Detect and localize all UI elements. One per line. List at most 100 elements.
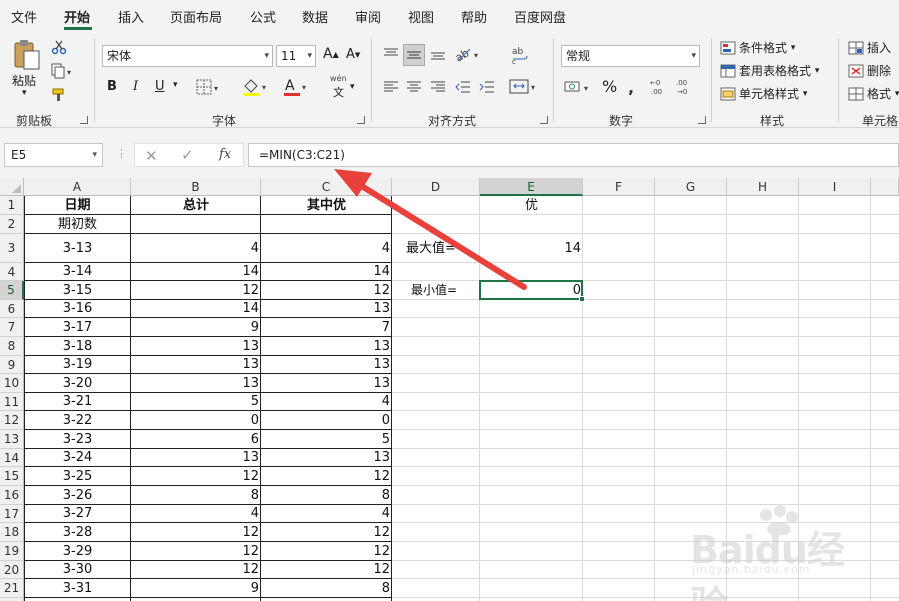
cell-e3[interactable]: 14 xyxy=(480,234,583,263)
cell-e1[interactable]: 优 xyxy=(480,196,583,215)
row-header-2[interactable]: 2 xyxy=(0,215,24,234)
cell-c14[interactable]: 13 xyxy=(261,449,392,467)
cell-a11[interactable]: 3-21 xyxy=(24,393,131,411)
clipboard-launcher-icon[interactable] xyxy=(80,116,88,124)
cell-d3[interactable]: 最大值= xyxy=(392,234,480,263)
number-launcher-icon[interactable] xyxy=(698,116,706,124)
cell-a1[interactable]: 日期 xyxy=(24,196,131,215)
name-box[interactable]: E5 ▾ xyxy=(4,143,103,167)
column-header-b[interactable]: B xyxy=(131,178,261,196)
bold-button[interactable]: B xyxy=(107,79,117,94)
font-name-select[interactable]: 宋体 ▾ xyxy=(102,45,273,67)
cell-c12[interactable]: 0 xyxy=(261,411,392,430)
cell-b12[interactable]: 0 xyxy=(131,411,261,430)
cell-a20[interactable]: 3-30 xyxy=(24,561,131,579)
cell-c15[interactable]: 12 xyxy=(261,467,392,486)
cell-a9[interactable]: 3-19 xyxy=(24,356,131,374)
font-color-icon[interactable]: A ▾ xyxy=(281,76,311,98)
row-header-18[interactable]: 18 xyxy=(0,523,24,542)
table-format-button[interactable]: 套用表格格式 ▾ xyxy=(720,62,819,79)
row-header-20[interactable]: 20 xyxy=(0,561,24,579)
cell-a7[interactable]: 3-17 xyxy=(24,318,131,337)
column-header-e[interactable]: E xyxy=(480,178,583,196)
row-header-17[interactable]: 17 xyxy=(0,505,24,523)
cell-c16[interactable]: 8 xyxy=(261,486,392,505)
cell-c13[interactable]: 5 xyxy=(261,430,392,449)
cut-icon[interactable] xyxy=(50,38,68,56)
underline-button[interactable]: U xyxy=(155,79,165,94)
wrap-text-icon[interactable]: ab c xyxy=(510,44,530,66)
number-format-select[interactable]: 常规 ▾ xyxy=(561,45,700,67)
cell-c1[interactable]: 其中优 xyxy=(261,196,392,215)
cancel-icon[interactable]: ✕ xyxy=(145,147,158,165)
accounting-format-icon[interactable]: ▾ xyxy=(563,78,595,96)
row-header-3[interactable]: 3 xyxy=(0,234,24,263)
row-header-21[interactable]: 21 xyxy=(0,579,24,598)
column-header-g[interactable]: G xyxy=(655,178,727,196)
row-header-4[interactable]: 4 xyxy=(0,263,24,281)
cell-b11[interactable]: 5 xyxy=(131,393,261,411)
row-header-8[interactable]: 8 xyxy=(0,337,24,356)
cell-c10[interactable]: 13 xyxy=(261,374,392,393)
italic-button[interactable]: I xyxy=(133,79,138,94)
cell-styles-button[interactable]: 单元格样式 ▾ xyxy=(720,85,807,102)
cell-a13[interactable]: 3-23 xyxy=(24,430,131,449)
cell-a12[interactable]: 3-22 xyxy=(24,411,131,430)
row-header-9[interactable]: 9 xyxy=(0,356,24,374)
cell-c20[interactable]: 12 xyxy=(261,561,392,579)
cell-c4[interactable]: 14 xyxy=(261,263,392,281)
row-header-16[interactable]: 16 xyxy=(0,486,24,505)
row-header-14[interactable]: 14 xyxy=(0,449,24,467)
cell-b6[interactable]: 14 xyxy=(131,300,261,318)
formula-input[interactable]: =MIN(C3:C21) xyxy=(248,143,899,167)
cell-b9[interactable]: 13 xyxy=(131,356,261,374)
cell-a8[interactable]: 3-18 xyxy=(24,337,131,356)
insert-cells-button[interactable]: 插入 xyxy=(848,39,891,56)
font-launcher-icon[interactable] xyxy=(357,116,365,124)
column-header-h[interactable]: H xyxy=(727,178,799,196)
paste-icon[interactable] xyxy=(10,38,44,70)
phonetic-button[interactable]: wén xyxy=(330,74,347,83)
cell-b17[interactable]: 4 xyxy=(131,505,261,523)
tab-page-layout[interactable]: 页面布局 xyxy=(170,7,222,26)
insert-function-icon[interactable]: fx xyxy=(219,147,231,162)
cell-a5[interactable]: 3-15 xyxy=(24,281,131,300)
tab-baidu-netdisk[interactable]: 百度网盘 xyxy=(514,7,566,26)
paste-dropdown-icon[interactable]: ▾ xyxy=(22,88,27,98)
cell-a21[interactable]: 3-31 xyxy=(24,579,131,598)
cell-b5[interactable]: 12 xyxy=(131,281,261,300)
cell-b16[interactable]: 8 xyxy=(131,486,261,505)
cell-b18[interactable]: 12 xyxy=(131,523,261,542)
cell-b7[interactable]: 9 xyxy=(131,318,261,337)
cell-c11[interactable]: 4 xyxy=(261,393,392,411)
fill-color-icon[interactable]: ▾ xyxy=(241,76,271,98)
cell-b3[interactable]: 4 xyxy=(131,234,261,263)
cell-c21[interactable]: 8 xyxy=(261,579,392,598)
cell-c8[interactable]: 13 xyxy=(261,337,392,356)
enter-icon[interactable]: ✓ xyxy=(181,146,194,164)
cell-b14[interactable]: 13 xyxy=(131,449,261,467)
merge-center-icon[interactable]: ▾ xyxy=(508,77,540,97)
paste-button[interactable]: 粘贴 xyxy=(12,72,36,89)
cell-c18[interactable]: 12 xyxy=(261,523,392,542)
cell-b13[interactable]: 6 xyxy=(131,430,261,449)
cell-c7[interactable]: 7 xyxy=(261,318,392,337)
cell-b1[interactable]: 总计 xyxy=(131,196,261,215)
cell-c9[interactable]: 13 xyxy=(261,356,392,374)
cell-d5[interactable]: 最小值= xyxy=(392,281,480,300)
format-painter-icon[interactable] xyxy=(50,86,68,104)
cell-b10[interactable]: 13 xyxy=(131,374,261,393)
cell-b15[interactable]: 12 xyxy=(131,467,261,486)
column-header-d[interactable]: D xyxy=(392,178,480,196)
increase-decimal-icon[interactable]: ←0.00 xyxy=(648,76,670,98)
column-header-a[interactable]: A xyxy=(24,178,131,196)
fill-handle[interactable] xyxy=(579,296,585,302)
tab-view[interactable]: 视图 xyxy=(408,7,434,26)
row-header-10[interactable]: 10 xyxy=(0,374,24,393)
cell-c17[interactable]: 4 xyxy=(261,505,392,523)
alignment-launcher-icon[interactable] xyxy=(540,116,548,124)
copy-icon[interactable]: ▾ xyxy=(50,62,76,80)
cell-b19[interactable]: 12 xyxy=(131,542,261,561)
shrink-font-button[interactable]: A ▼ xyxy=(346,47,360,62)
align-middle-icon[interactable] xyxy=(403,44,425,66)
